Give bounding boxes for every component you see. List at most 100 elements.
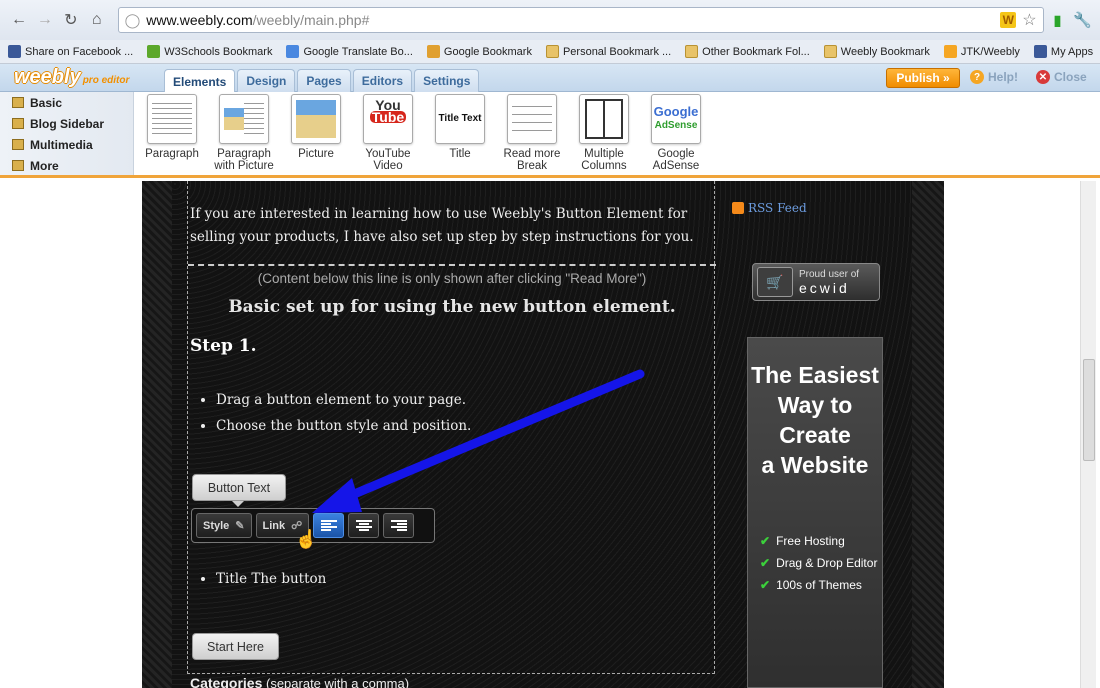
tab-settings[interactable]: Settings <box>414 69 480 92</box>
element-title[interactable]: Title Text Title <box>424 94 496 172</box>
feature-label: Free Hosting <box>776 534 845 548</box>
paint-icon: ✎ <box>235 520 245 532</box>
bookmark-item[interactable]: Other Bookmark Fol... <box>685 45 810 58</box>
browser-toolbar: ← → ↻ ⌂ ◯ www.weebly.com/weebly/main.php… <box>0 0 1100 40</box>
facebook-icon <box>1033 45 1047 58</box>
start-here-button[interactable]: Start Here <box>192 633 279 660</box>
address-bar[interactable]: ◯ www.weebly.com/weebly/main.php# W ☆ <box>117 7 1044 33</box>
folder-icon <box>12 160 24 171</box>
category-more[interactable]: More <box>0 155 133 176</box>
rss-label: RSS Feed <box>748 201 807 215</box>
sample-button[interactable]: Button Text <box>192 474 286 501</box>
bookmark-item[interactable]: Weebly Bookmark <box>823 45 930 58</box>
weebly-ad[interactable]: The Easiest Way to Create a Website ✔ Fre… <box>747 337 883 688</box>
read-more-divider <box>188 264 716 266</box>
bookmark-item[interactable]: Share on Facebook ... <box>8 45 133 58</box>
link-label: Link <box>262 519 286 532</box>
tab-pages[interactable]: Pages <box>297 69 351 92</box>
categories-field[interactable]: Categories (separate with a comma) <box>190 675 409 688</box>
reload-icon[interactable]: ↻ <box>60 9 82 31</box>
check-icon: ✔ <box>760 556 771 570</box>
element-sublabel: Video <box>373 160 403 172</box>
signal-icon[interactable]: ▮ <box>1054 12 1062 29</box>
step-title[interactable]: Step 1. <box>190 336 257 356</box>
align-right-button[interactable] <box>383 513 415 538</box>
ad-title: The Easiest Way to Create a Website <box>748 360 882 480</box>
editor-tabs: Elements Design Pages Editors Settings <box>164 69 480 93</box>
category-list: Basic Blog Sidebar Multimedia More <box>0 92 134 175</box>
section-heading[interactable]: Basic set up for using the new button el… <box>188 297 716 317</box>
element-read-more-break[interactable]: Read more Break <box>496 94 568 172</box>
list-item: ✔ Free Hosting <box>760 530 882 552</box>
translate-icon <box>286 45 300 58</box>
ecwid-badge[interactable]: 🛒 Proud user of ecwid <box>752 263 880 301</box>
close-button[interactable]: ✕ Close <box>1036 70 1087 84</box>
tab-elements[interactable]: Elements <box>164 69 236 93</box>
categories-hint: (separate with a comma) <box>265 676 410 688</box>
categories-label: Categories <box>190 675 263 688</box>
ad-title-line: Create <box>779 422 851 448</box>
element-multiple-columns[interactable]: Multiple Columns <box>568 94 640 172</box>
forward-icon[interactable]: → <box>34 9 56 31</box>
title-thumb: Title Text <box>435 94 485 144</box>
folder-icon <box>685 45 699 58</box>
content-column[interactable]: If you are interested in learning how to… <box>187 181 716 688</box>
publish-button[interactable]: Publish » <box>886 68 960 88</box>
bookmark-label: JTK/Weebly <box>960 45 1020 58</box>
sidebar: RSS Feed 🛒 Proud user of ecwid The Easie… <box>732 181 912 688</box>
ad-title-line: The Easiest <box>751 362 879 388</box>
rss-icon <box>732 202 744 214</box>
star-icon[interactable]: ☆ <box>1022 10 1036 30</box>
page-scrollbar[interactable] <box>1080 181 1096 688</box>
tab-design[interactable]: Design <box>237 69 296 92</box>
bookmark-item[interactable]: W3Schools Bookmark <box>147 45 272 58</box>
element-google-adsense[interactable]: Google AdSense Google AdSense <box>640 94 712 172</box>
element-label: Paragraph <box>217 148 271 160</box>
style-button[interactable]: Style ✎ <box>196 513 252 538</box>
category-label: Blog Sidebar <box>30 116 105 131</box>
style-label: Style <box>203 519 230 532</box>
ad-title-line: Way to <box>777 392 853 418</box>
back-icon[interactable]: ← <box>8 9 30 31</box>
element-youtube-video[interactable]: You Tube YouTube Video <box>352 94 424 172</box>
home-icon[interactable]: ⌂ <box>86 9 108 31</box>
element-label: Read more <box>503 148 561 160</box>
toolbar-pointer <box>232 501 244 507</box>
rss-link[interactable]: RSS Feed <box>732 201 807 215</box>
category-basic[interactable]: Basic <box>0 92 133 113</box>
element-paragraph-with-picture[interactable]: Paragraph with Picture <box>208 94 280 172</box>
bookmark-item[interactable]: Google Translate Bo... <box>286 45 413 58</box>
ad-title-line: a Website <box>761 452 869 478</box>
align-center-button[interactable] <box>348 513 380 538</box>
title-thumb-text: Title Text <box>438 113 482 124</box>
w3-icon <box>147 45 161 58</box>
element-sublabel: AdSense <box>652 160 700 172</box>
ecwid-line2: ecwid <box>799 279 850 296</box>
element-paragraph[interactable]: Paragraph <box>136 94 208 172</box>
intro-paragraph[interactable]: If you are interested in learning how to… <box>190 203 710 249</box>
link-button[interactable]: Link ☍ <box>255 513 310 538</box>
close-icon: ✕ <box>1036 70 1050 84</box>
bookmark-item[interactable]: My Apps <box>1033 45 1093 58</box>
adsense-text: AdSense <box>654 120 698 131</box>
ecwid-line1: Proud user of <box>799 268 860 280</box>
scrollbar-thumb[interactable] <box>1083 359 1095 461</box>
wrench-icon[interactable]: 🔧 <box>1073 11 1092 29</box>
element-picture[interactable]: Picture <box>280 94 352 172</box>
category-multimedia[interactable]: Multimedia <box>0 134 133 155</box>
weebly-extension-icon[interactable]: W <box>1000 12 1017 28</box>
read-more-note: (Content below this line is only shown a… <box>257 271 647 286</box>
elements-panel: Basic Blog Sidebar Multimedia More Parag… <box>0 92 1100 178</box>
help-label: Help! <box>988 70 1018 84</box>
list-item: ✔ 100s of Themes <box>760 574 882 596</box>
list-item: Choose the button style and position. <box>216 413 471 439</box>
tab-editors[interactable]: Editors <box>352 69 413 92</box>
bookmark-item[interactable]: Google Bookmark <box>426 45 532 58</box>
category-blog-sidebar[interactable]: Blog Sidebar <box>0 113 133 134</box>
align-left-button[interactable] <box>313 513 345 538</box>
help-button[interactable]: ? Help! <box>970 70 1018 84</box>
bookmark-item[interactable]: JTK/Weebly <box>943 45 1020 58</box>
element-label: Picture <box>298 148 334 160</box>
bookmark-item[interactable]: Personal Bookmark ... <box>545 45 671 58</box>
check-icon: ✔ <box>760 534 771 548</box>
